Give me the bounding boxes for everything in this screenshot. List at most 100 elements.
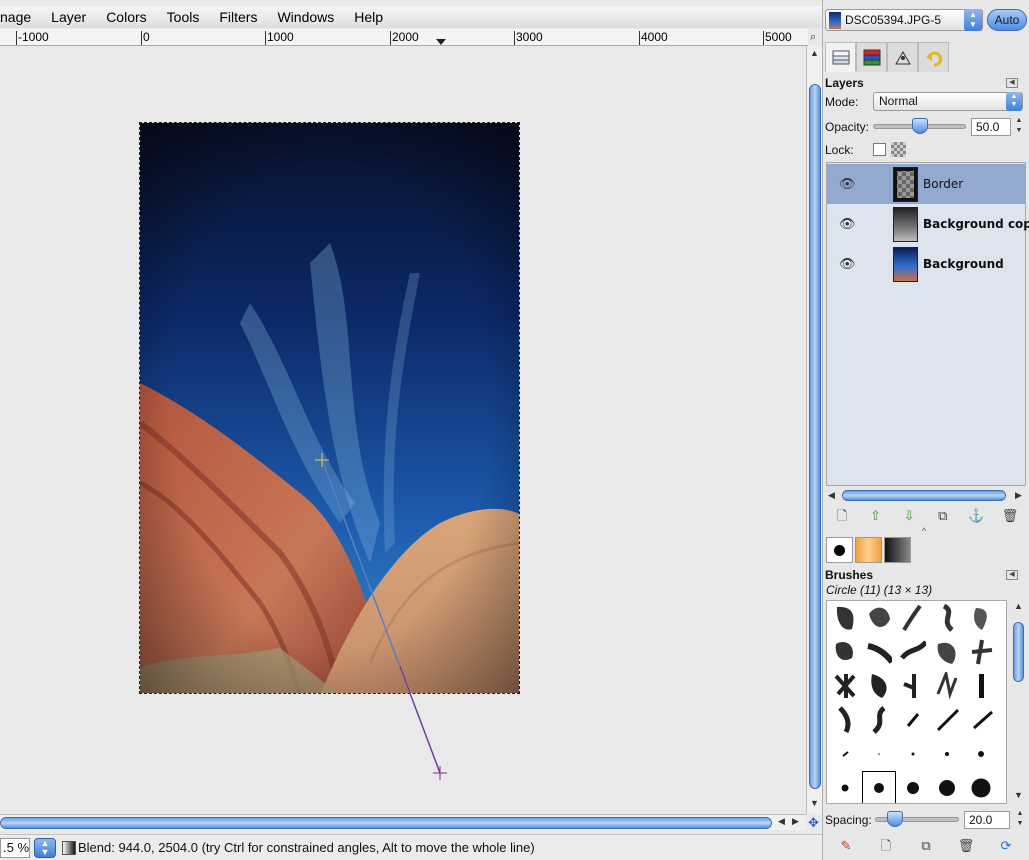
brush-cell[interactable] <box>964 771 998 803</box>
menu-help[interactable]: Help <box>344 9 393 25</box>
scroll-right-icon[interactable]: ▶ <box>792 816 799 827</box>
brush-cell[interactable] <box>930 635 964 668</box>
brush-cell[interactable] <box>964 737 998 770</box>
navigate-icon[interactable]: ✥ <box>808 815 822 830</box>
panel-menu-icon[interactable]: ◀ <box>1006 78 1018 88</box>
delete-layer-icon[interactable]: 🗑 <box>1000 506 1020 526</box>
brush-cell[interactable] <box>828 737 862 770</box>
brush-scroll-thumb[interactable] <box>1013 622 1024 682</box>
brush-cell[interactable] <box>828 601 862 634</box>
canvas[interactable] <box>0 46 806 814</box>
brush-cell[interactable] <box>896 669 930 702</box>
collapse-handle-icon[interactable]: ^ <box>922 526 926 536</box>
layer-row[interactable]: 👁 Background copy <box>827 204 1029 244</box>
scroll-down-icon[interactable]: ▼ <box>810 798 819 808</box>
vertical-scroll-thumb[interactable] <box>809 84 821 789</box>
opacity-slider-knob[interactable] <box>911 118 928 134</box>
brush-cell[interactable] <box>828 669 862 702</box>
layers-horizontal-scrollbar[interactable]: ◀ ▶ <box>826 489 1026 503</box>
scroll-up-icon[interactable]: ▲ <box>810 48 819 58</box>
brush-cell[interactable] <box>862 703 896 736</box>
opacity-spinner-icon[interactable]: ▲ ▼ <box>1014 116 1024 138</box>
edit-brush-icon[interactable]: ✎ <box>836 836 856 856</box>
panel-menu-icon[interactable]: ◀ <box>1006 570 1018 580</box>
gradient-tab-icon[interactable] <box>884 537 911 563</box>
scroll-right-icon[interactable]: ▶ <box>1015 490 1022 501</box>
brush-cell[interactable] <box>930 601 964 634</box>
brush-cell[interactable] <box>828 771 862 803</box>
brush-cell[interactable] <box>862 737 896 770</box>
zoom-field[interactable]: .5 % <box>0 837 30 858</box>
paths-tab-icon[interactable] <box>887 42 918 72</box>
menu-image[interactable]: nage <box>0 9 41 25</box>
lower-layer-icon[interactable]: ⇩ <box>899 506 919 526</box>
brush-vertical-scrollbar[interactable]: ▲ ▼ <box>1012 600 1026 804</box>
zoom-icon[interactable]: ⌕ <box>810 31 822 45</box>
scroll-left-icon[interactable]: ◀ <box>828 490 835 501</box>
opacity-field[interactable]: 50.0 <box>971 118 1011 136</box>
layer-name: Background copy <box>923 217 1029 231</box>
brush-tab-icon[interactable] <box>826 537 853 563</box>
menu-layer[interactable]: Layer <box>41 9 96 25</box>
menu-filters[interactable]: Filters <box>209 9 267 25</box>
brush-cell[interactable] <box>964 669 998 702</box>
brush-cell[interactable] <box>862 635 896 668</box>
brush-cell[interactable] <box>930 737 964 770</box>
layer-row[interactable]: 👁 Background <box>827 244 1025 284</box>
spacing-slider-knob[interactable] <box>887 811 903 827</box>
spacing-spinner-icon[interactable]: ▲ ▼ <box>1015 809 1025 831</box>
brush-cell[interactable] <box>896 737 930 770</box>
layers-tab-icon[interactable] <box>825 42 856 72</box>
horizontal-scroll-thumb[interactable] <box>0 817 772 829</box>
spacing-field[interactable]: 20.0 <box>964 811 1010 829</box>
new-brush-icon[interactable]: 🗋 <box>876 836 896 856</box>
brush-cell[interactable] <box>862 669 896 702</box>
zoom-dropdown-button[interactable]: ▲ ▼ <box>34 837 56 858</box>
brush-cell[interactable] <box>828 703 862 736</box>
brush-cell[interactable] <box>896 601 930 634</box>
duplicate-brush-icon[interactable]: ⧉ <box>916 836 936 856</box>
horizontal-scrollbar[interactable]: ◀ ▶ <box>0 814 806 830</box>
scroll-down-icon[interactable]: ▼ <box>1014 790 1023 800</box>
raise-layer-icon[interactable]: ⇧ <box>866 506 886 526</box>
brush-cell[interactable] <box>896 771 930 803</box>
eye-icon[interactable]: 👁 <box>839 256 856 272</box>
chevron-updown-icon[interactable]: ▲ ▼ <box>964 9 982 31</box>
lock-pixels-checkbox[interactable] <box>873 143 886 156</box>
scroll-up-icon[interactable]: ▲ <box>1014 601 1023 611</box>
brush-cell[interactable] <box>828 635 862 668</box>
scroll-left-icon[interactable]: ◀ <box>778 816 785 827</box>
eye-icon[interactable]: 👁 <box>839 176 856 192</box>
brush-cell[interactable] <box>896 635 930 668</box>
channels-tab-icon[interactable] <box>856 42 887 72</box>
layers-scroll-thumb[interactable] <box>842 490 1006 501</box>
image-selector[interactable]: DSC05394.JPG-5 ▲ ▼ <box>825 9 983 31</box>
duplicate-layer-icon[interactable]: ⧉ <box>933 506 953 526</box>
brush-cell[interactable] <box>930 669 964 702</box>
layer-row[interactable]: 👁 Border <box>827 164 1025 204</box>
anchor-layer-icon[interactable]: ⚓ <box>966 506 986 526</box>
brush-cell[interactable] <box>964 703 998 736</box>
vertical-scrollbar[interactable]: ▲ ▼ <box>806 46 822 814</box>
mode-select[interactable]: Normal ▲ ▼ <box>873 92 1023 111</box>
menu-tools[interactable]: Tools <box>157 9 210 25</box>
brush-cell[interactable] <box>964 635 998 668</box>
brush-cell-selected[interactable] <box>862 771 896 803</box>
new-layer-icon[interactable]: 🗋 <box>832 506 852 526</box>
brush-cell[interactable] <box>930 771 964 803</box>
menu-windows[interactable]: Windows <box>267 9 344 25</box>
auto-button[interactable]: Auto <box>987 9 1027 31</box>
brush-cell[interactable] <box>862 601 896 634</box>
brush-cell[interactable] <box>964 601 998 634</box>
brush-cell[interactable] <box>896 703 930 736</box>
eye-icon[interactable]: 👁 <box>839 216 856 232</box>
brush-cell[interactable] <box>930 703 964 736</box>
menu-colors[interactable]: Colors <box>96 9 156 25</box>
brush-grid[interactable] <box>826 600 1007 804</box>
pattern-tab-icon[interactable] <box>855 537 882 563</box>
delete-brush-icon[interactable]: 🗑 <box>956 836 976 856</box>
lock-alpha-icon[interactable] <box>891 142 906 157</box>
undo-tab-icon[interactable] <box>918 42 949 72</box>
refresh-brushes-icon[interactable]: ⟳ <box>996 836 1016 856</box>
horizontal-ruler[interactable]: -1000 0 1000 2000 3000 4000 5000 <box>0 29 808 46</box>
